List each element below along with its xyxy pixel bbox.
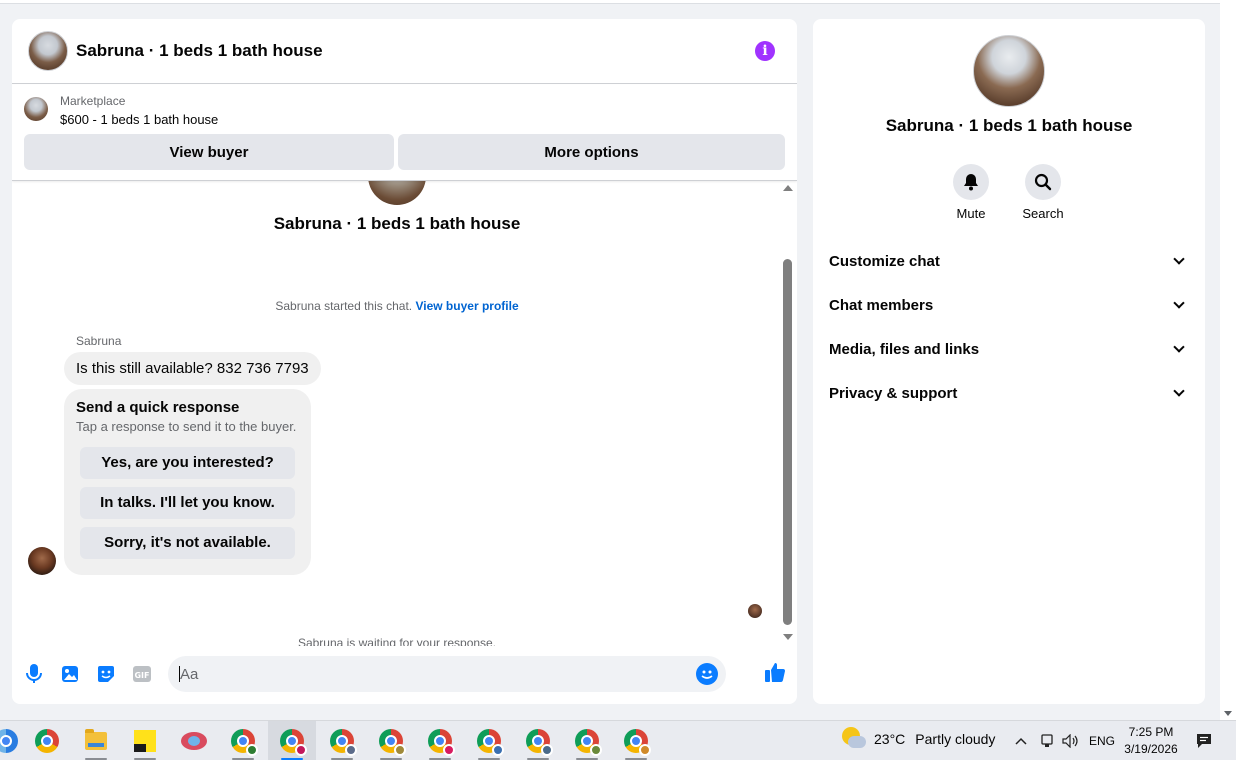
section-label: Customize chat	[829, 252, 940, 270]
taskbar-file-explorer-icon[interactable]	[72, 721, 120, 760]
listing-avatar[interactable]	[28, 31, 68, 71]
view-buyer-profile-link[interactable]: View buyer profile	[415, 299, 518, 313]
quick-response-not-available-button[interactable]: Sorry, it's not available.	[80, 527, 295, 559]
thumbs-up-icon[interactable]	[764, 661, 786, 683]
composer: GIF	[12, 646, 797, 704]
message-bubble[interactable]: Is this still available? 832 736 7793	[64, 352, 321, 385]
section-customize-chat[interactable]: Customize chat	[829, 249, 1189, 273]
window-scrollbar[interactable]	[1220, 0, 1236, 720]
section-label: Media, files and links	[829, 340, 980, 358]
taskbar-chrome-profile-icon[interactable]	[219, 721, 267, 760]
notifications-icon[interactable]	[1195, 721, 1213, 760]
search-label: Search	[1022, 206, 1064, 221]
microphone-icon[interactable]	[23, 663, 45, 685]
taskbar-snipping-tool-icon[interactable]	[170, 721, 218, 760]
message-input[interactable]	[180, 656, 680, 692]
chat-title[interactable]: Sabruna · 1 beds 1 bath house	[76, 41, 323, 61]
svg-text:GIF: GIF	[134, 671, 149, 680]
waiting-status: Sabruna is waiting for your response.	[297, 636, 497, 646]
taskbar-chrome-profile-icon[interactable]	[367, 721, 415, 760]
section-label: Privacy & support	[829, 384, 958, 402]
chevron-down-icon[interactable]	[1173, 297, 1185, 309]
volume-icon[interactable]	[1062, 721, 1080, 760]
show-hidden-icons-chevron-icon[interactable]	[1014, 721, 1028, 760]
partly-cloudy-night-icon	[842, 727, 866, 751]
profile-name: Sabruna · 1 beds 1 bath house	[885, 116, 1133, 135]
chevron-down-icon[interactable]	[1173, 253, 1185, 265]
quick-response-card: Send a quick response Tap a response to …	[64, 389, 311, 575]
taskbar-chrome-profile-icon[interactable]	[612, 721, 660, 760]
scrollbar-thumb[interactable]	[783, 259, 792, 625]
quick-response-in-talks-button[interactable]: In talks. I'll let you know.	[80, 487, 295, 519]
section-chat-members[interactable]: Chat members	[829, 293, 1189, 317]
more-options-button[interactable]: More options	[398, 134, 785, 170]
taskbar-chrome-profile-icon[interactable]	[514, 721, 562, 760]
view-buyer-button[interactable]: View buyer	[24, 134, 394, 170]
sender-avatar[interactable]	[28, 547, 56, 575]
listing-thumbnail[interactable]	[24, 97, 48, 121]
scroll-up-arrow-icon[interactable]	[783, 185, 793, 191]
browser-top-strip	[0, 0, 1220, 4]
search-button[interactable]: Search	[1013, 164, 1073, 221]
chevron-down-icon[interactable]	[1173, 385, 1185, 397]
taskbar-chrome-profile-icon[interactable]	[465, 721, 513, 760]
taskbar-chrome-profile-icon[interactable]	[563, 721, 611, 760]
taskbar-sticky-notes-icon[interactable]	[121, 721, 169, 760]
mute-label: Mute	[956, 206, 986, 221]
emoji-icon[interactable]	[696, 663, 718, 685]
taskbar-chrome-icon[interactable]	[23, 721, 71, 760]
message-list: Sabruna · 1 beds 1 bath house Sabruna st…	[12, 181, 797, 646]
gif-icon[interactable]: GIF	[131, 663, 153, 685]
scroll-down-arrow-icon[interactable]	[783, 634, 793, 640]
taskbar-chrome-profile-icon[interactable]	[416, 721, 464, 760]
clock-date: 3/19/2026	[1124, 742, 1178, 756]
photo-icon[interactable]	[59, 663, 81, 685]
marketplace-label: Marketplace	[60, 94, 126, 108]
chevron-down-icon[interactable]	[1173, 341, 1185, 353]
conversation-avatar	[368, 181, 426, 205]
weather-temperature: 23°C	[874, 731, 906, 747]
system-message: Sabruna started this chat. View buyer pr…	[12, 299, 782, 313]
taskbar-chrome-profile-icon[interactable]	[268, 721, 316, 760]
profile-avatar[interactable]	[973, 35, 1045, 107]
section-media-files-links[interactable]: Media, files and links	[829, 337, 1189, 361]
windows-taskbar: 23°C Partly cloudy ENG 7:25 PM 3/19/2026	[0, 720, 1236, 760]
section-privacy-support[interactable]: Privacy & support	[829, 381, 1189, 405]
quick-response-title: Send a quick response	[76, 399, 240, 416]
quick-response-subtitle: Tap a response to send it to the buyer.	[76, 419, 297, 434]
message-input-wrapper[interactable]	[168, 656, 726, 692]
chat-info-panel: Sabruna · 1 beds 1 bath house Mute Searc…	[813, 19, 1205, 704]
chat-header: Sabruna · 1 beds 1 bath house i	[12, 19, 797, 84]
chat-panel: Sabruna · 1 beds 1 bath house i Marketpl…	[12, 19, 797, 704]
mute-button[interactable]: Mute	[941, 164, 1001, 221]
seen-indicator-avatar	[748, 604, 762, 618]
conversation-title: Sabruna · 1 beds 1 bath house	[273, 214, 521, 233]
section-label: Chat members	[829, 296, 934, 314]
system-started-text: Sabruna started this chat.	[275, 299, 413, 313]
listing-price[interactable]: $600 - 1 beds 1 bath house	[60, 112, 218, 127]
clock-time: 7:25 PM	[1128, 725, 1174, 739]
weather-condition: Partly cloudy	[915, 731, 996, 747]
info-icon[interactable]: i	[755, 41, 775, 61]
input-language[interactable]: ENG	[1089, 721, 1115, 760]
network-icon[interactable]	[1040, 721, 1054, 760]
sticker-icon[interactable]	[95, 663, 117, 685]
message-scrollbar[interactable]	[782, 185, 794, 640]
sender-name: Sabruna	[76, 334, 122, 348]
bell-icon[interactable]	[953, 164, 989, 200]
scroll-down-arrow-icon[interactable]	[1224, 711, 1232, 716]
system-clock[interactable]: 7:25 PM 3/19/2026	[1118, 724, 1184, 758]
weather-widget[interactable]: 23°C Partly cloudy	[842, 727, 995, 751]
taskbar-chrome-profile-icon[interactable]	[318, 721, 366, 760]
marketplace-bar: Marketplace $600 - 1 beds 1 bath house V…	[12, 85, 797, 181]
quick-response-yes-button[interactable]: Yes, are you interested?	[80, 447, 295, 479]
search-icon[interactable]	[1025, 164, 1061, 200]
